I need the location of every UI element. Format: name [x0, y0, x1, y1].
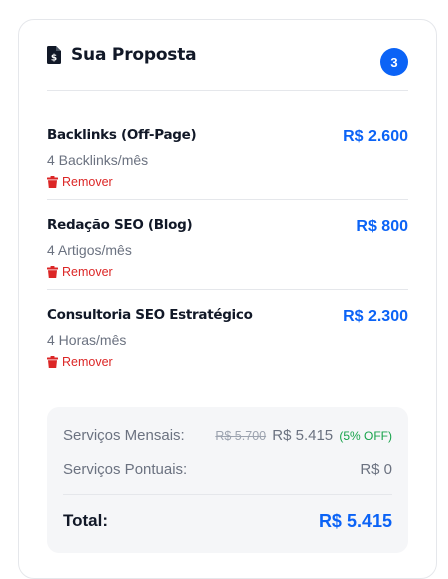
trash-icon: [47, 266, 58, 278]
remove-label: Remover: [62, 265, 113, 279]
trash-icon: [47, 356, 58, 368]
proposal-items-list: Backlinks (Off-Page) 4 Backlinks/mês Rem…: [47, 110, 408, 380]
monthly-label: Serviços Mensais:: [63, 427, 185, 444]
monthly-value: R$ 5.700 R$ 5.415 (5% OFF): [215, 427, 392, 444]
proposal-item: Redação SEO (Blog) 4 Artigos/mês Remover…: [47, 200, 408, 290]
total-row: Total: R$ 5.415: [63, 511, 392, 531]
proposal-card: $ Sua Proposta 3 Backlinks (Off-Page) 4 …: [18, 19, 437, 579]
onetime-services-row: Serviços Pontuais: R$ 0: [63, 461, 392, 478]
remove-button[interactable]: Remover: [47, 175, 113, 189]
item-name: Backlinks (Off-Page): [47, 127, 197, 143]
item-detail: 4 Horas/mês: [47, 332, 127, 348]
proposal-header: $ Sua Proposta 3: [47, 20, 408, 91]
trash-icon: [47, 176, 58, 188]
item-price: R$ 800: [356, 218, 408, 235]
onetime-price: R$ 0: [360, 461, 392, 478]
discount-badge: (5% OFF): [339, 429, 392, 443]
summary-divider: [63, 494, 392, 495]
item-price: R$ 2.600: [343, 128, 408, 145]
item-name: Redação SEO (Blog): [47, 217, 193, 233]
remove-label: Remover: [62, 175, 113, 189]
remove-button[interactable]: Remover: [47, 265, 113, 279]
item-name: Consultoria SEO Estratégico: [47, 307, 253, 323]
monthly-price: R$ 5.415: [272, 427, 334, 444]
item-count-badge: 3: [380, 48, 408, 76]
monthly-services-row: Serviços Mensais: R$ 5.700 R$ 5.415 (5% …: [63, 427, 392, 444]
total-value: R$ 5.415: [318, 511, 392, 531]
proposal-item: Backlinks (Off-Page) 4 Backlinks/mês Rem…: [47, 110, 408, 200]
svg-text:$: $: [51, 54, 57, 64]
remove-label: Remover: [62, 355, 113, 369]
total-label: Total:: [63, 511, 109, 530]
price-summary: Serviços Mensais: R$ 5.700 R$ 5.415 (5% …: [47, 407, 408, 553]
item-detail: 4 Backlinks/mês: [47, 152, 149, 168]
proposal-item: Consultoria SEO Estratégico 4 Horas/mês …: [47, 290, 408, 380]
item-price: R$ 2.300: [343, 308, 408, 325]
onetime-label: Serviços Pontuais:: [63, 461, 188, 478]
document-dollar-icon: $: [47, 46, 61, 64]
proposal-title: Sua Proposta: [71, 45, 197, 65]
monthly-old-price: R$ 5.700: [215, 429, 267, 443]
remove-button[interactable]: Remover: [47, 355, 113, 369]
item-detail: 4 Artigos/mês: [47, 242, 132, 258]
